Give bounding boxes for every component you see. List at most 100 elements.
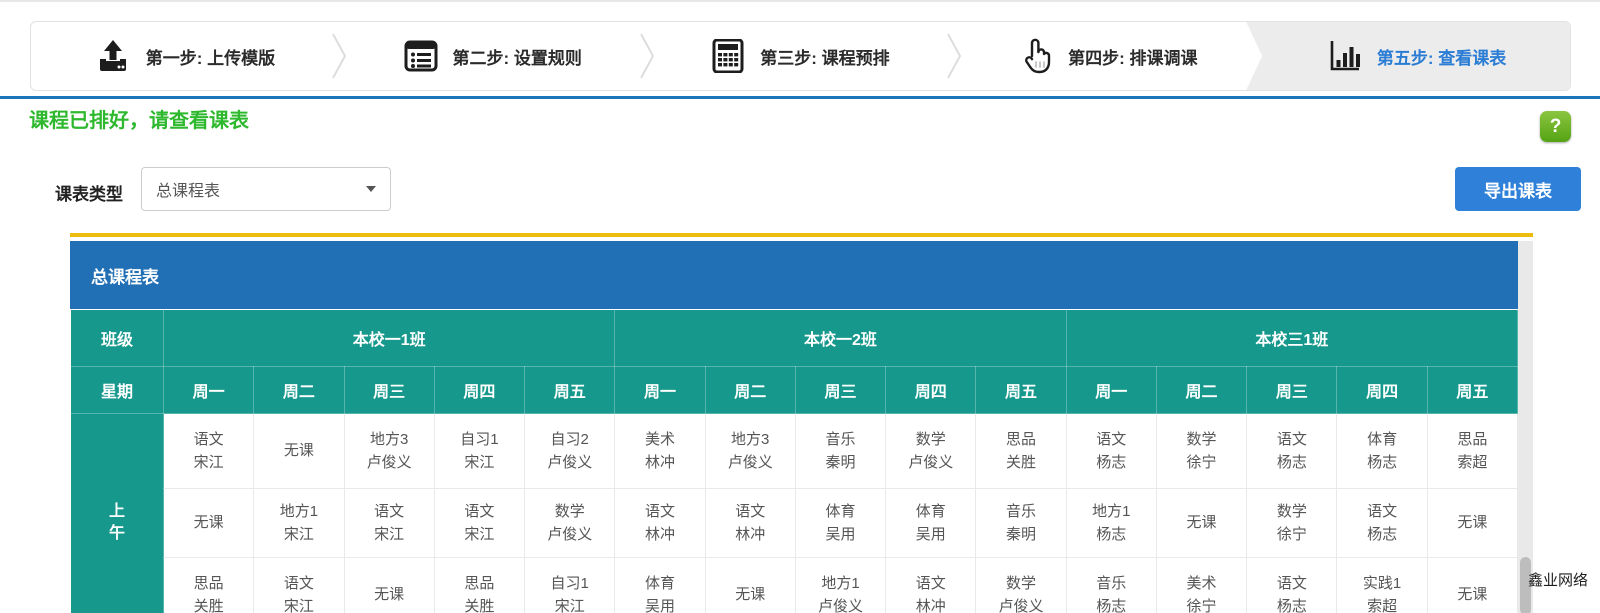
step-2-set-rules[interactable]: 第二步: 设置规则	[339, 22, 647, 90]
step-label: 第三步: 课程预排	[760, 44, 889, 69]
schedule-row: 上午语文宋江无课地方3卢俊义自习1宋江自习2卢俊义美术林冲地方3卢俊义音乐秦明数…	[71, 414, 1518, 489]
timetable-title-text: 总课程表	[91, 263, 159, 288]
schedule-cell: 地方3卢俊义	[705, 414, 795, 489]
schedule-cell: 音乐杨志	[1066, 558, 1156, 613]
day-header: 周二	[254, 367, 344, 414]
schedule-cell: 数学卢俊义	[976, 558, 1066, 613]
schedule-cell: 数学卢俊义	[525, 489, 615, 558]
schedule-cell: 自习2卢俊义	[525, 414, 615, 489]
timetable-body: 上午语文宋江无课地方3卢俊义自习1宋江自习2卢俊义美术林冲地方3卢俊义音乐秦明数…	[71, 414, 1518, 613]
schedule-cell: 语文宋江	[344, 489, 434, 558]
schedule-cell: 地方1杨志	[1066, 489, 1156, 558]
schedule-cell: 思品关胜	[434, 558, 524, 613]
schedule-cell: 无课	[1427, 489, 1517, 558]
corner-class-label: 班级	[71, 310, 164, 367]
day-header: 周一	[164, 367, 254, 414]
schedule-cell: 语文林冲	[886, 558, 976, 613]
schedule-cell: 实践1索超	[1337, 558, 1427, 613]
schedule-cell: 无课	[705, 558, 795, 613]
schedule-cell: 语文宋江	[254, 558, 344, 613]
schedule-cell: 自习1宋江	[525, 558, 615, 613]
corner-week-label: 星期	[71, 367, 164, 414]
master-timetable: 班级 本校一1班 本校一2班 本校三1班 星期 周一周二周三周四周五周一周二周三…	[70, 309, 1518, 613]
export-timetable-button[interactable]: 导出课表	[1455, 167, 1581, 211]
schedule-cell: 语文杨志	[1247, 414, 1337, 489]
day-header: 周五	[1427, 367, 1517, 414]
day-header: 周一	[1066, 367, 1156, 414]
schedule-row: 无课地方1宋江语文宋江语文宋江数学卢俊义语文林冲语文林冲体育吴用体育吴用音乐秦明…	[71, 489, 1518, 558]
page-top-border	[0, 0, 1600, 2]
day-header: 周五	[976, 367, 1066, 414]
schedule-cell: 语文林冲	[615, 489, 705, 558]
day-header: 周四	[886, 367, 976, 414]
wizard-steps-bar: 第一步: 上传模版 第二步: 设置规则 第三步: 课程预排	[30, 21, 1571, 91]
step-separator-chevron	[639, 33, 655, 79]
chevron-down-icon	[366, 186, 376, 192]
step-4-adjust-schedule[interactable]: 第四步: 排课调课	[954, 22, 1262, 90]
hand-pointer-icon	[1019, 38, 1053, 74]
schedule-cell: 音乐秦明	[795, 414, 885, 489]
day-header: 周三	[795, 367, 885, 414]
timetable-panel: 总课程表 班级 本校一1班 本校一2班 本校三1班 星期 周一周二周三周四周五周…	[70, 233, 1533, 613]
schedule-cell: 体育吴用	[886, 489, 976, 558]
step-label: 第一步: 上传模版	[146, 44, 275, 69]
schedule-cell: 数学徐宁	[1247, 489, 1337, 558]
bar-chart-icon	[1326, 39, 1362, 73]
schedule-cell: 无课	[1427, 558, 1517, 613]
schedule-type-label: 课表类型	[55, 180, 123, 205]
schedule-cell: 体育杨志	[1337, 414, 1427, 489]
schedule-cell: 无课	[254, 414, 344, 489]
schedule-cell: 语文宋江	[164, 414, 254, 489]
schedule-cell: 语文杨志	[1337, 489, 1427, 558]
schedule-cell: 无课	[344, 558, 434, 613]
help-button[interactable]: ?	[1540, 111, 1571, 142]
schedule-cell: 体育吴用	[795, 489, 885, 558]
day-header: 周五	[525, 367, 615, 414]
schedule-cell: 思品索超	[1427, 414, 1517, 489]
step-label: 第五步: 查看课表	[1377, 44, 1506, 69]
step-1-upload-template[interactable]: 第一步: 上传模版	[31, 22, 339, 90]
schedule-cell: 美术徐宁	[1156, 558, 1246, 613]
question-mark-icon: ?	[1550, 116, 1562, 138]
list-icon	[404, 39, 438, 73]
section-divider	[0, 96, 1600, 99]
schedule-cell: 思品关胜	[164, 558, 254, 613]
class-header: 本校三1班	[1066, 310, 1517, 367]
step-label: 第四步: 排课调课	[1068, 44, 1197, 69]
schedule-cell: 思品关胜	[976, 414, 1066, 489]
schedule-cell: 自习1宋江	[434, 414, 524, 489]
period-cell-morning: 上午	[71, 414, 164, 613]
day-header: 周三	[1247, 367, 1337, 414]
step-3-pre-schedule[interactable]: 第三步: 课程预排	[647, 22, 955, 90]
schedule-cell: 语文杨志	[1066, 414, 1156, 489]
schedule-type-selected-value: 总课程表	[156, 177, 220, 201]
day-header: 周二	[705, 367, 795, 414]
class-header: 本校一1班	[164, 310, 615, 367]
schedule-cell: 语文杨志	[1247, 558, 1337, 613]
watermark-text: 鑫业网络	[1528, 569, 1588, 590]
schedule-cell: 语文宋江	[434, 489, 524, 558]
day-header: 周二	[1156, 367, 1246, 414]
day-header: 周一	[615, 367, 705, 414]
day-header: 周四	[434, 367, 524, 414]
schedule-cell: 无课	[164, 489, 254, 558]
days-header-row: 星期 周一周二周三周四周五周一周二周三周四周五周一周二周三周四周五	[71, 367, 1518, 414]
schedule-cell: 语文林冲	[705, 489, 795, 558]
day-header: 周四	[1337, 367, 1427, 414]
vertical-scrollbar[interactable]	[1518, 241, 1533, 613]
timetable-panel-title: 总课程表	[70, 241, 1518, 309]
schedule-cell: 地方1宋江	[254, 489, 344, 558]
step-separator-chevron	[331, 33, 347, 79]
class-header-row: 班级 本校一1班 本校一2班 本校三1班	[71, 310, 1518, 367]
schedule-cell: 地方3卢俊义	[344, 414, 434, 489]
schedule-cell: 数学徐宁	[1156, 414, 1246, 489]
schedule-cell: 体育吴用	[615, 558, 705, 613]
class-header: 本校一2班	[615, 310, 1066, 367]
status-message: 课程已排好，请查看课表	[29, 104, 249, 133]
schedule-cell: 地方1卢俊义	[795, 558, 885, 613]
schedule-cell: 数学卢俊义	[886, 414, 976, 489]
schedule-cell: 音乐秦明	[976, 489, 1066, 558]
schedule-type-select[interactable]: 总课程表	[141, 167, 391, 211]
step-5-view-timetable[interactable]: 第五步: 查看课表	[1246, 22, 1570, 90]
step-label: 第二步: 设置规则	[453, 44, 582, 69]
